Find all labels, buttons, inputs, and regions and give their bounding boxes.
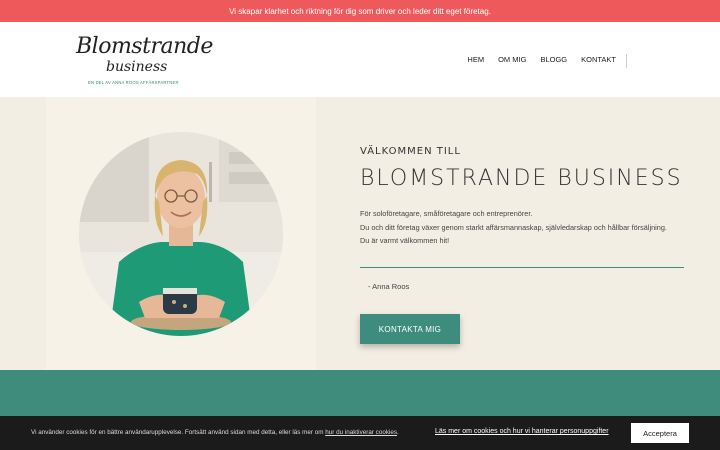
nav-item-om-mig[interactable]: OM MIG: [498, 55, 526, 64]
cookie-message: Vi använder cookies för en bättre använd…: [31, 429, 399, 436]
divider-line: [360, 267, 684, 268]
announcement-bar: Vi skapar klarhet och riktning för dig s…: [0, 0, 720, 22]
cookie-text-before: Vi använder cookies för en bättre använd…: [31, 429, 326, 436]
portrait-illustration: [79, 132, 283, 336]
logo-line2: business: [106, 59, 168, 75]
nav-divider: [626, 54, 627, 68]
cookie-banner: Vi använder cookies för en bättre använd…: [0, 416, 720, 450]
portrait-photo: [79, 132, 283, 336]
green-section-band: [0, 370, 720, 416]
main-nav: HEM OM MIG BLOGG KONTAKT: [467, 22, 616, 97]
welcome-heading: VÄLKOMMEN TILL: [360, 146, 461, 157]
hero-description: För soloföretagare, småföretagare och en…: [360, 207, 667, 248]
announcement-text: Vi skapar klarhet och riktning för dig s…: [229, 6, 491, 16]
site-header: Blomstrande business EN DEL AV ANNA ROOS…: [0, 22, 720, 97]
accept-cookies-button[interactable]: Acceptera: [631, 423, 689, 443]
contact-button[interactable]: KONTAKTA MIG: [360, 314, 460, 344]
hero-section: VÄLKOMMEN TILL BLOMSTRANDE BUSINESS För …: [0, 97, 720, 370]
site-logo[interactable]: Blomstrande business EN DEL AV ANNA ROOS…: [76, 34, 213, 88]
logo-tagline: EN DEL AV ANNA ROOS AFFÄRSPARTNER: [88, 80, 179, 85]
nav-item-kontakt[interactable]: KONTAKT: [581, 55, 616, 64]
cookie-policy-link[interactable]: Läs mer om cookies och hur vi hanterar p…: [435, 428, 609, 435]
brand-title: BLOMSTRANDE BUSINESS: [360, 166, 683, 191]
description-line: Du och ditt företag växer genom starkt a…: [360, 222, 667, 232]
signature: - Anna Roos: [368, 282, 410, 291]
description-line: Du är varmt välkommen hit!: [360, 236, 450, 245]
description-line: För soloföretagare, småföretagare och en…: [360, 209, 533, 218]
nav-item-hem[interactable]: HEM: [467, 55, 484, 64]
disable-cookies-link[interactable]: hur du inaktiverar cookies: [325, 429, 397, 436]
cookie-text-after: .: [397, 429, 399, 436]
nav-item-blogg[interactable]: BLOGG: [540, 55, 567, 64]
logo-line1: Blomstrande: [76, 34, 213, 59]
